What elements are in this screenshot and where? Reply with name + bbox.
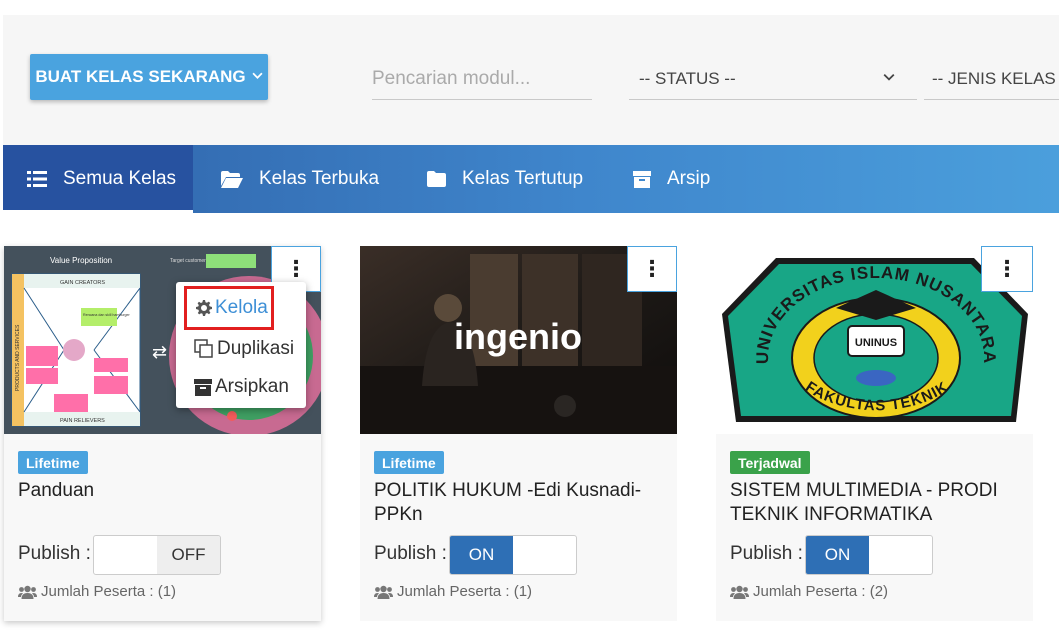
ingenio-logo: ingenio bbox=[454, 316, 582, 357]
class-tabs: Semua Kelas Kelas Terbuka Kelas Tertutup… bbox=[3, 145, 1059, 213]
kebab-icon: ⋮ bbox=[285, 256, 307, 281]
menu-item-label: Duplikasi bbox=[217, 338, 295, 359]
status-badge: Lifetime bbox=[374, 451, 444, 474]
thumb-note: Rencana dan skill hamburger bbox=[83, 313, 131, 317]
filter-bar: BUAT KELAS SEKARANG -- STATUS -- -- JENI… bbox=[3, 15, 1059, 146]
class-type-select-value: -- JENIS KELAS -- bbox=[932, 68, 1059, 88]
member-count: Jumlah Peserta : (1) bbox=[374, 583, 532, 600]
tab-arsip[interactable]: Arsip bbox=[633, 145, 710, 213]
search-input[interactable] bbox=[372, 58, 592, 100]
toggle-blank bbox=[869, 536, 932, 574]
logo-center: UNINUS bbox=[855, 337, 897, 349]
class-card: Value Proposition Target customer PRODUC… bbox=[4, 246, 321, 621]
member-count-text: Jumlah Peserta : (2) bbox=[753, 583, 889, 600]
menu-item-arsipkan[interactable]: Arsipkan bbox=[176, 368, 306, 406]
users-icon bbox=[374, 585, 393, 599]
tab-kelas-tertutup[interactable]: Kelas Tertutup bbox=[427, 145, 583, 213]
archive-icon bbox=[633, 170, 651, 188]
status-select[interactable]: -- STATUS -- bbox=[629, 58, 917, 100]
card-options-button[interactable]: ⋮ bbox=[627, 246, 677, 292]
gear-icon bbox=[196, 300, 212, 316]
member-count: Jumlah Peserta : (1) bbox=[18, 583, 176, 600]
users-icon bbox=[18, 585, 37, 599]
member-count: Jumlah Peserta : (2) bbox=[730, 583, 888, 600]
folder-open-icon bbox=[221, 170, 243, 188]
svg-text:⇄: ⇄ bbox=[152, 342, 167, 363]
class-title[interactable]: POLITIK HUKUM -Edi Kusnadi-PPKn bbox=[374, 479, 664, 527]
list-icon bbox=[27, 171, 47, 187]
create-class-button[interactable]: BUAT KELAS SEKARANG bbox=[30, 54, 268, 100]
status-badge: Terjadwal bbox=[730, 451, 810, 474]
create-class-label: BUAT KELAS SEKARANG bbox=[35, 67, 246, 86]
publish-toggle[interactable]: OFF bbox=[93, 535, 221, 575]
publish-toggle[interactable]: ON bbox=[805, 535, 933, 575]
tab-label: Kelas Terbuka bbox=[259, 168, 380, 189]
status-badge: Lifetime bbox=[18, 451, 88, 474]
menu-item-duplikasi[interactable]: Duplikasi bbox=[176, 330, 306, 368]
folder-icon bbox=[427, 171, 446, 187]
menu-item-label: Arsipkan bbox=[215, 376, 289, 397]
thumb-pain: PAIN RELIEVERS bbox=[60, 418, 105, 424]
class-title[interactable]: SISTEM MULTIMEDIA - PRODI TEKNIK INFORMA… bbox=[730, 479, 1020, 527]
chevron-down-icon bbox=[883, 70, 895, 86]
card-options-menu: Kelola Duplikasi Arsipkan bbox=[176, 282, 306, 408]
chevron-down-icon bbox=[252, 70, 263, 84]
users-icon bbox=[730, 585, 749, 599]
status-select-value: -- STATUS -- bbox=[639, 68, 736, 88]
tab-semua-kelas[interactable]: Semua Kelas bbox=[3, 145, 193, 213]
thumb-heading: Value Proposition bbox=[50, 256, 112, 265]
toggle-off-label: OFF bbox=[157, 536, 220, 574]
class-card: UNIVERSITAS ISLAM NUSANTARA FAKULTAS TEK… bbox=[716, 246, 1033, 621]
publish-label: Publish : bbox=[18, 543, 91, 564]
toggle-on-label: ON bbox=[806, 536, 869, 574]
menu-item-label: Kelola bbox=[215, 297, 268, 318]
class-card: ingenio ⋮ Lifetime POLITIK HUKUM -Edi Ku… bbox=[360, 246, 677, 621]
publish-toggle[interactable]: ON bbox=[449, 535, 577, 575]
thumb-side: PRODUCTS AND SERVICES bbox=[15, 324, 21, 391]
toggle-blank bbox=[94, 536, 157, 574]
archive-icon bbox=[194, 378, 212, 396]
kebab-icon: ⋮ bbox=[641, 256, 663, 281]
class-type-select[interactable]: -- JENIS KELAS -- bbox=[924, 58, 1059, 100]
page: BUAT KELAS SEKARANG -- STATUS -- -- JENI… bbox=[0, 0, 1059, 635]
copy-icon bbox=[194, 339, 213, 358]
tab-label: Kelas Tertutup bbox=[462, 168, 584, 189]
publish-label: Publish : bbox=[730, 543, 803, 564]
publish-label: Publish : bbox=[374, 543, 447, 564]
kebab-icon: ⋮ bbox=[996, 256, 1018, 281]
tab-kelas-terbuka[interactable]: Kelas Terbuka bbox=[221, 145, 379, 213]
member-count-text: Jumlah Peserta : (1) bbox=[41, 583, 177, 600]
toggle-blank bbox=[513, 536, 576, 574]
thumb-gain: GAIN CREATORS bbox=[60, 280, 105, 286]
class-title[interactable]: Panduan bbox=[18, 479, 308, 503]
menu-item-kelola[interactable]: Kelola bbox=[184, 286, 274, 330]
thumb-target: Target customer bbox=[170, 258, 206, 264]
tab-label: Arsip bbox=[667, 168, 711, 189]
tab-label: Semua Kelas bbox=[63, 168, 177, 189]
toggle-on-label: ON bbox=[450, 536, 513, 574]
member-count-text: Jumlah Peserta : (1) bbox=[397, 583, 533, 600]
card-options-button[interactable]: ⋮ bbox=[981, 246, 1033, 292]
